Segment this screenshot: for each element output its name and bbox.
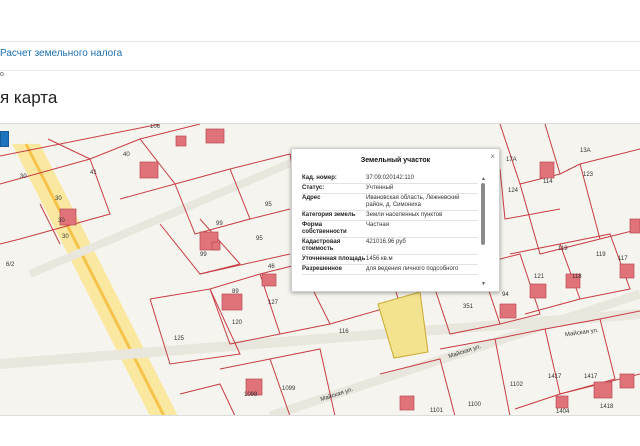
parcel-number: 106 <box>150 124 161 130</box>
parcel-number: 30 <box>55 196 62 202</box>
parcel-number: 95 <box>256 236 263 242</box>
table-row: Кад. номер: 37:09:020142:110 <box>302 174 478 184</box>
row-key: Категория земель <box>302 212 356 218</box>
row-key: Уточненная площадь <box>302 256 366 262</box>
table-row: Разрешенное для ведения личного подсобно… <box>302 265 478 275</box>
parcel-number: 116 <box>339 329 349 335</box>
scroll-up-icon[interactable]: ▲ <box>481 176 486 182</box>
parcel-number: 1100 <box>468 402 481 408</box>
table-row: Уточненная площадь 1456 кв.м <box>302 255 478 265</box>
row-value: 421016.96 руб <box>366 239 406 245</box>
parcel-number: 99 <box>200 252 207 258</box>
row-value: 37:09:020142:110 <box>366 175 414 181</box>
selected-parcel <box>377 291 429 359</box>
parcel-number: 1102 <box>510 382 523 388</box>
parcel-number: 114 <box>543 179 553 185</box>
road-line <box>24 143 166 416</box>
parcel-number: 1101 <box>430 408 443 414</box>
row-value: Земли населенных пунктов <box>366 212 443 218</box>
parcel-number: 40 <box>123 152 130 158</box>
popup-table: Кад. номер: 37:09:020142:110 Статус: Учт… <box>302 174 478 289</box>
parcel-number: 30 <box>20 174 27 180</box>
parcel-number: 119 <box>558 246 568 252</box>
scroll-down-icon[interactable]: ▼ <box>481 281 486 287</box>
parcel-number: 30 <box>62 234 69 240</box>
table-row: Кадастровая стоимость 421016.96 руб <box>302 238 478 255</box>
parcel-number: 127 <box>268 300 279 306</box>
parcel-number: 89 <box>232 289 239 295</box>
close-icon[interactable]: × <box>490 152 495 161</box>
parcel-number: 121 <box>534 274 545 280</box>
row-key: Кадастровая стоимость <box>302 239 341 252</box>
row-key: Адрес <box>302 195 321 201</box>
parcel-number: 1417 <box>584 374 598 380</box>
parcel-number: 120 <box>232 320 243 326</box>
row-value: для ведения личного подсобного <box>366 266 459 272</box>
parcel-number: 17А <box>506 157 517 163</box>
parcel-number: 125 <box>174 336 185 342</box>
row-key: Разрешенное <box>302 266 342 272</box>
parcel-number: 117 <box>618 256 628 262</box>
breadcrumb-small: о <box>0 71 4 78</box>
parcel-info-popup: Земельный участок × Кад. номер: 37:09:02… <box>291 148 500 292</box>
parcel-number: 1098 <box>244 392 258 398</box>
parcel-number: 1418 <box>600 404 614 410</box>
parcel-number: 6/2 <box>6 262 15 268</box>
parcel-number: 46 <box>268 264 275 270</box>
popup-title: Земельный участок <box>360 157 431 164</box>
breadcrumb-link[interactable]: Расчет земельного налога <box>0 48 122 59</box>
map-layer-button[interactable] <box>0 131 9 147</box>
row-value: Учтенный <box>366 185 394 191</box>
parcel-number: 124 <box>508 188 519 194</box>
page-title: я карта <box>0 88 58 107</box>
parcel-number: 99 <box>216 221 223 227</box>
page-footer-area <box>0 415 640 446</box>
parcel-number: 123 <box>583 172 594 178</box>
parcel-number: 13А <box>580 148 591 154</box>
parcel-number: 118 <box>572 274 582 280</box>
row-value: 1456 кв.м <box>366 256 393 262</box>
table-row: Категория земель Земли населенных пункто… <box>302 211 478 221</box>
parcel-number: 41 <box>90 170 97 176</box>
parcel-number: 119 <box>596 252 606 258</box>
row-value: Частная <box>366 222 389 228</box>
parcel-number: 1099 <box>282 386 296 392</box>
popup-scrollbar[interactable] <box>481 183 485 245</box>
parcel-number: 1417 <box>548 374 562 380</box>
parcel-number: 94 <box>502 292 509 298</box>
table-row: Адрес Ивановская область, Лежневский рай… <box>302 194 478 211</box>
top-header-area <box>0 0 640 42</box>
parcel-number: 351 <box>463 304 474 310</box>
row-key: Статус: <box>302 185 325 191</box>
row-key: Кад. номер: <box>302 175 337 181</box>
parcel-number: 95 <box>265 202 272 208</box>
table-row: Форма собственности Частная <box>302 221 478 238</box>
parcel-number: 30 <box>58 218 65 224</box>
table-row: Статус: Учтенный <box>302 184 478 194</box>
row-key: Форма собственности <box>302 222 347 235</box>
row-value: Ивановская область, Лежневский район, д.… <box>366 195 460 208</box>
breadcrumb-divider <box>0 70 640 71</box>
